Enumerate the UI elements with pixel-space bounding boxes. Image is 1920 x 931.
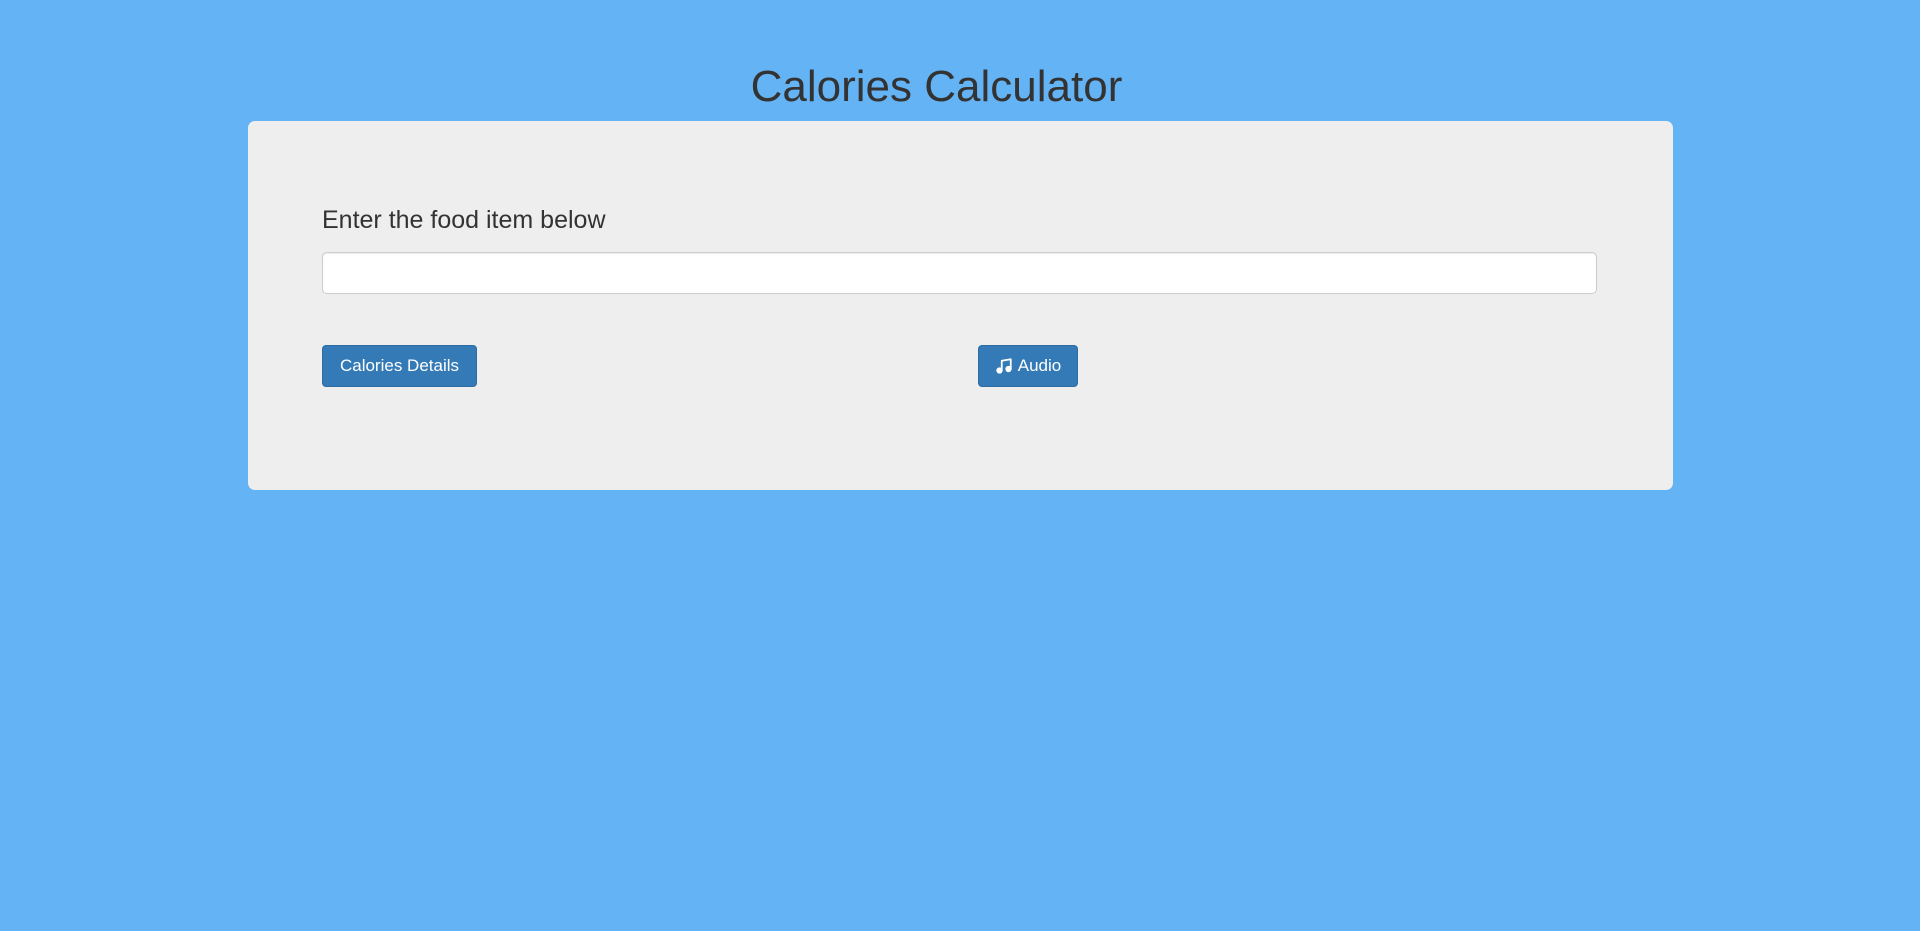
food-item-label: Enter the food item below bbox=[322, 206, 606, 234]
food-item-input[interactable] bbox=[322, 252, 1597, 294]
page-title: Calories Calculator bbox=[750, 62, 1123, 111]
calories-details-button[interactable]: Calories Details bbox=[322, 345, 477, 387]
calories-details-label: Calories Details bbox=[339, 356, 460, 375]
audio-button[interactable]: Audio bbox=[978, 345, 1078, 387]
calculator-panel: Enter the food item below Calories Detai… bbox=[248, 121, 1673, 490]
audio-label: Audio bbox=[1017, 356, 1062, 375]
music-note-icon bbox=[995, 357, 1013, 375]
